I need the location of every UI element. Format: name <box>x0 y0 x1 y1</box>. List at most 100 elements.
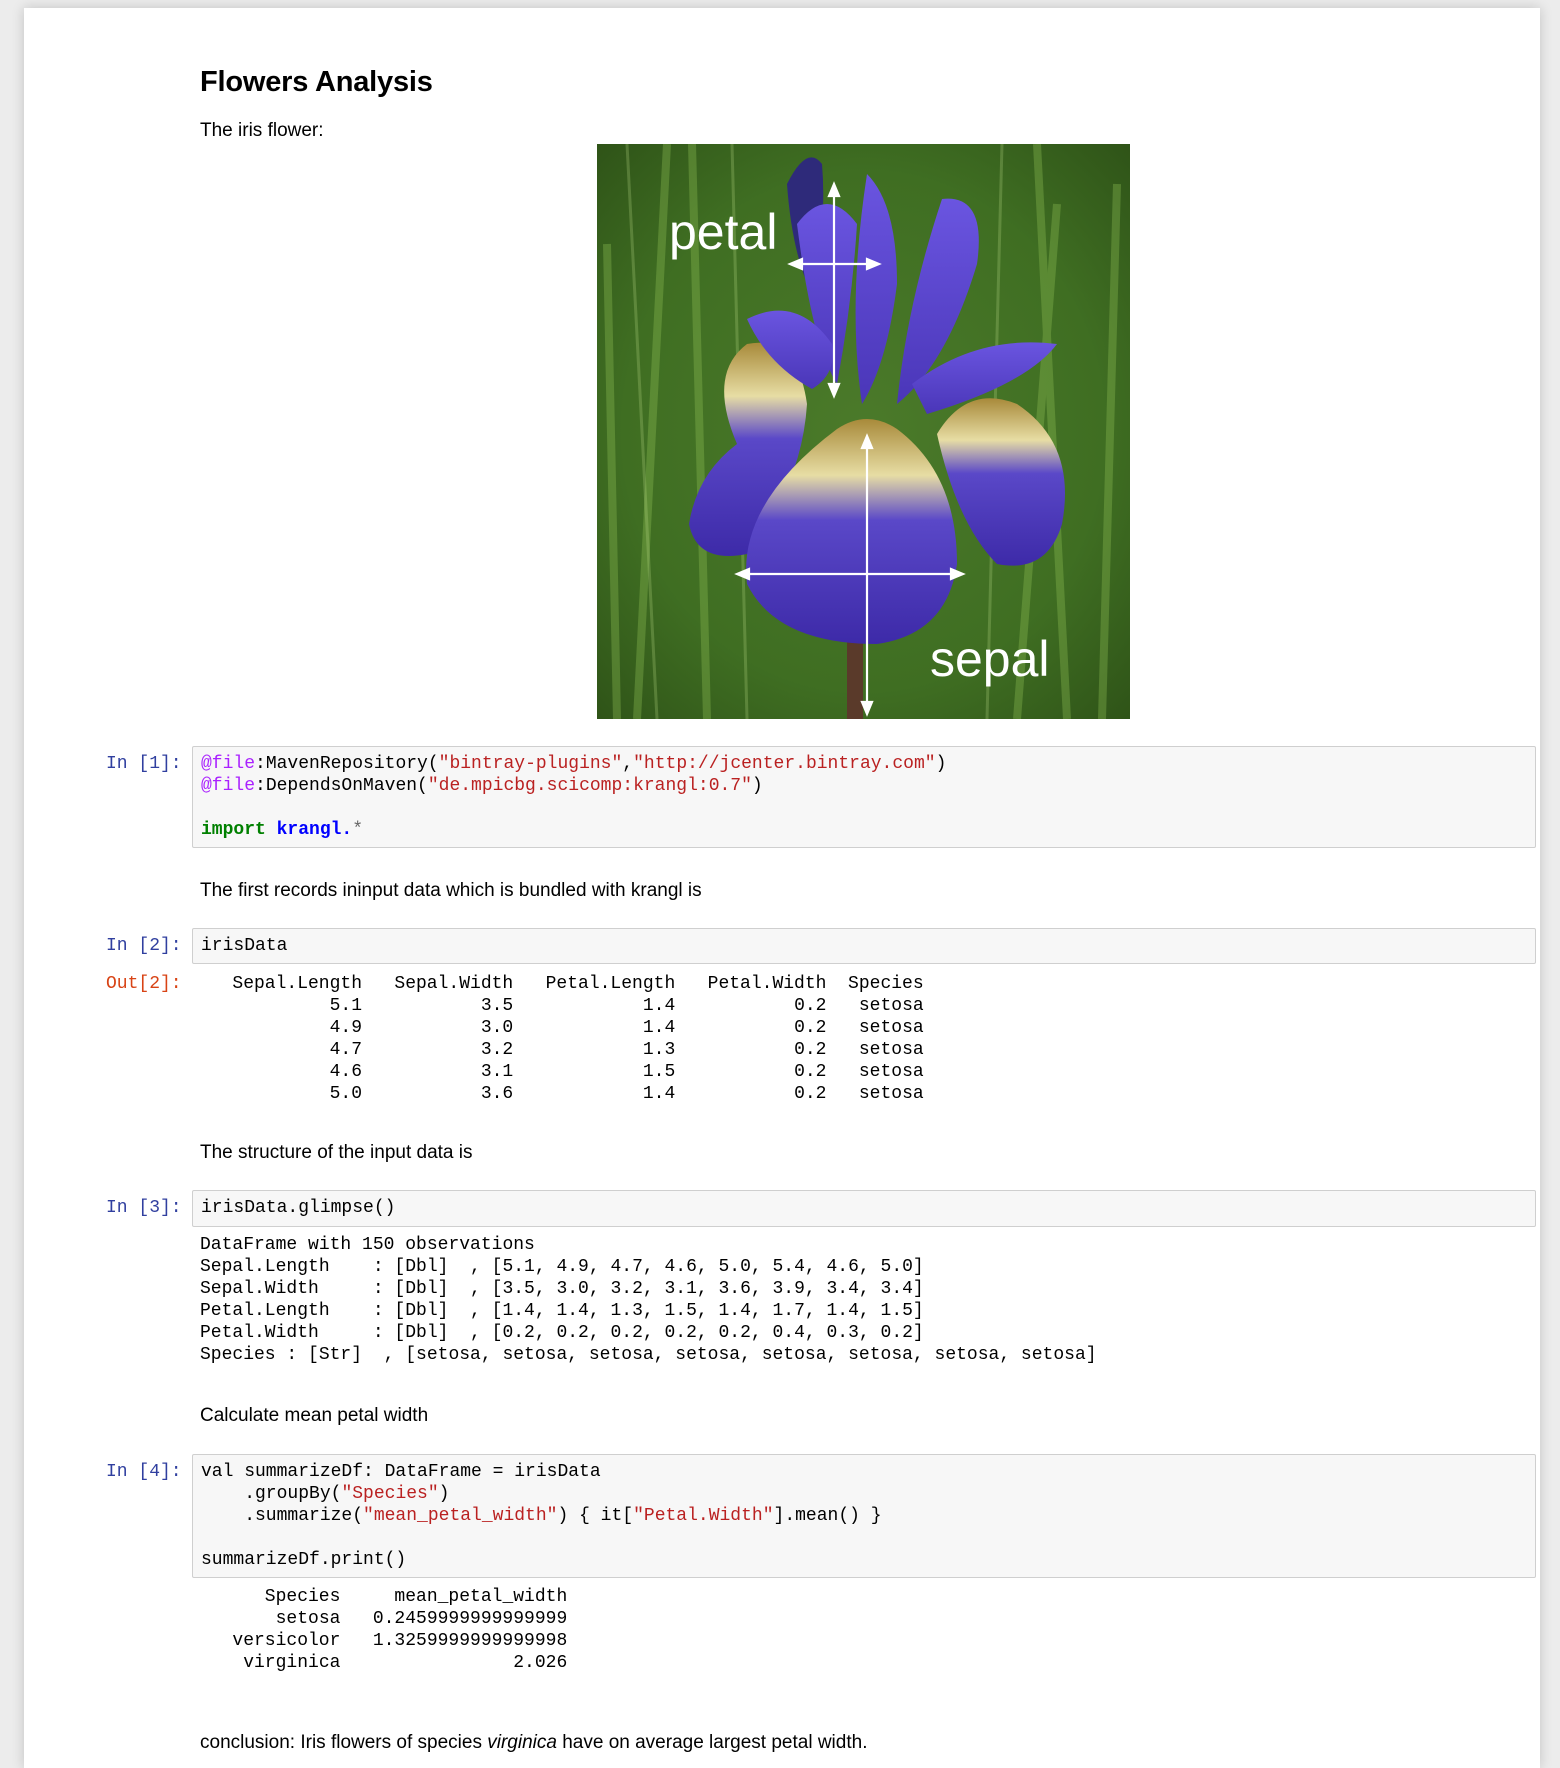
code-token: krangl. <box>276 820 353 840</box>
markdown-first-records: The first records ininput data which is … <box>200 880 702 901</box>
table-cell: 3.6 <box>480 1084 514 1104</box>
table-row: setosa 0.2459999999999999 <box>200 1608 568 1630</box>
code-line: irisData <box>201 936 288 956</box>
code-token: "Petal.Width" <box>633 1506 774 1526</box>
code-token: @file <box>201 754 256 774</box>
conclusion-text: have on average largest petal width. <box>556 1732 868 1753</box>
table-header-row: Species mean_petal_width <box>200 1586 567 1608</box>
table-row: 5.0 3.6 1.4 0.2 setosa <box>200 1083 924 1105</box>
code-token: ) { it[ <box>557 1506 634 1526</box>
table-row: 4.7 3.2 1.3 0.2 setosa <box>200 1039 924 1061</box>
code-token: @file <box>201 776 256 796</box>
column-header: Species <box>848 974 924 994</box>
code-cell-1[interactable]: @file:MavenRepository("bintray-plugins",… <box>192 746 1536 848</box>
column-header: Sepal.Length <box>232 974 363 994</box>
cell-3-prompt: In [3]: <box>106 1198 182 1218</box>
code-token: * <box>352 820 364 840</box>
code-token: :DependsOnMaven( <box>255 776 428 796</box>
code-cell-4[interactable]: val summarizeDf: DataFrame = irisData .g… <box>192 1454 1536 1578</box>
markdown-conclusion: conclusion: Iris flowers of species virg… <box>200 1732 867 1754</box>
table-row: 4.9 3.0 1.4 0.2 setosa <box>200 1017 924 1039</box>
table-cell: 0.2459999999999999 <box>372 1609 568 1629</box>
code-token: .groupBy( <box>201 1484 342 1504</box>
code-token: "http://jcenter.bintray.com" <box>633 754 936 774</box>
table-cell: versicolor <box>232 1631 341 1651</box>
code-token: .summarize( <box>201 1506 364 1526</box>
glimpse-line: Species : [Str] , [setosa, setosa, setos… <box>200 1345 1097 1365</box>
glimpse-line: Sepal.Width : [Dbl] , [3.5, 3.0, 3.2, 3.… <box>200 1279 924 1299</box>
cell-1-prompt: In [1]: <box>106 754 182 774</box>
table-cell: 0.2 <box>794 1084 827 1104</box>
cell-2-prompt: In [2]: <box>106 936 182 956</box>
table-cell: setosa <box>275 1609 341 1629</box>
table-cell: 1.3 <box>642 1040 676 1060</box>
markdown-iris-intro: The iris flower: <box>200 120 324 141</box>
table-cell: 5.0 <box>329 1084 363 1104</box>
conclusion-text: conclusion: Iris flowers of species <box>200 1732 488 1753</box>
table-cell: 1.3259999999999998 <box>372 1631 568 1651</box>
conclusion-species: virginica <box>487 1732 557 1753</box>
table-cell: 0.2 <box>794 1040 827 1060</box>
code-token: ) <box>935 754 947 774</box>
notebook-page: Flowers Analysis The iris flower: petal … <box>24 8 1540 1768</box>
table-cell: 1.5 <box>642 1062 676 1082</box>
code-cell-3[interactable]: irisData.glimpse() <box>192 1190 1536 1227</box>
table-row: 4.6 3.1 1.5 0.2 setosa <box>200 1061 924 1083</box>
table-cell: setosa <box>858 1040 924 1060</box>
code-token: ) <box>438 1484 450 1504</box>
table-row: 5.1 3.5 1.4 0.2 setosa <box>200 995 924 1017</box>
glimpse-output: DataFrame with 150 observations Sepal.Le… <box>200 1234 1097 1366</box>
iris-flower-image: petal sepal <box>597 144 1130 719</box>
markdown-structure: The structure of the input data is <box>200 1142 473 1163</box>
table-cell: 3.2 <box>480 1040 514 1060</box>
table-cell: setosa <box>858 1084 924 1104</box>
markdown-mean: Calculate mean petal width <box>200 1405 429 1426</box>
column-header: mean_petal_width <box>394 1587 568 1607</box>
table-row: virginica 2.026 <box>200 1652 567 1674</box>
code-token: ) <box>751 776 763 796</box>
glimpse-line: Sepal.Length : [Dbl] , [5.1, 4.9, 4.7, 4… <box>200 1257 924 1277</box>
code-token: "de.mpicbg.scicomp:krangl:0.7" <box>427 776 752 796</box>
glimpse-line: Petal.Length : [Dbl] , [1.4, 1.4, 1.3, 1… <box>200 1301 924 1321</box>
table-cell: 3.5 <box>480 996 514 1016</box>
summary-table: Species mean_petal_widthsetosa 0.245999999… <box>200 1586 567 1674</box>
table-cell: 4.7 <box>329 1040 363 1060</box>
code-token: ].mean() } <box>773 1506 882 1526</box>
code-token: :MavenRepository( <box>255 754 439 774</box>
glimpse-line: Petal.Width : [Dbl] , [0.2, 0.2, 0.2, 0.… <box>200 1323 924 1343</box>
table-cell: virginica <box>243 1653 341 1673</box>
column-header: Species <box>264 1587 341 1607</box>
code-token: "Species" <box>341 1484 439 1504</box>
table-cell: 0.2 <box>794 1018 827 1038</box>
code-token: summarizeDf.print() <box>201 1550 407 1570</box>
code-token: val summarizeDf: DataFrame = irisData <box>201 1462 601 1482</box>
petal-label: petal <box>669 204 777 260</box>
code-token: "bintray-plugins" <box>438 754 623 774</box>
table-cell: 2.026 <box>513 1653 568 1673</box>
table-row: versicolor 1.3259999999999998 <box>200 1630 567 1652</box>
cell-4-prompt: In [4]: <box>106 1462 182 1482</box>
cell-2-output-prompt: Out[2]: <box>106 974 182 994</box>
table-cell: 1.4 <box>642 1084 676 1104</box>
code-cell-2[interactable]: irisData <box>192 928 1536 964</box>
sepal-label: sepal <box>930 631 1050 687</box>
table-cell: 1.4 <box>642 996 676 1016</box>
table-cell: 0.2 <box>794 1062 827 1082</box>
table-cell: 0.2 <box>794 996 827 1016</box>
code-token: "mean_petal_width" <box>363 1506 558 1526</box>
table-cell: setosa <box>858 996 924 1016</box>
code-token: , <box>622 754 634 774</box>
table-cell: 4.9 <box>329 1018 363 1038</box>
table-cell: setosa <box>858 1062 924 1082</box>
table-cell: 1.4 <box>642 1018 676 1038</box>
column-header: Petal.Width <box>707 974 827 994</box>
iris-data-table: Sepal.Length Sepal.Width Petal.Length Petal… <box>200 973 924 1105</box>
code-line: irisData.glimpse() <box>201 1198 396 1218</box>
column-header: Petal.Length <box>545 974 676 994</box>
code-token: import <box>201 820 266 840</box>
glimpse-line: DataFrame with 150 observations <box>200 1235 535 1255</box>
table-cell: 5.1 <box>329 996 363 1016</box>
column-header: Sepal.Width <box>394 974 514 994</box>
table-cell: setosa <box>858 1018 924 1038</box>
table-cell: 3.0 <box>480 1018 514 1038</box>
